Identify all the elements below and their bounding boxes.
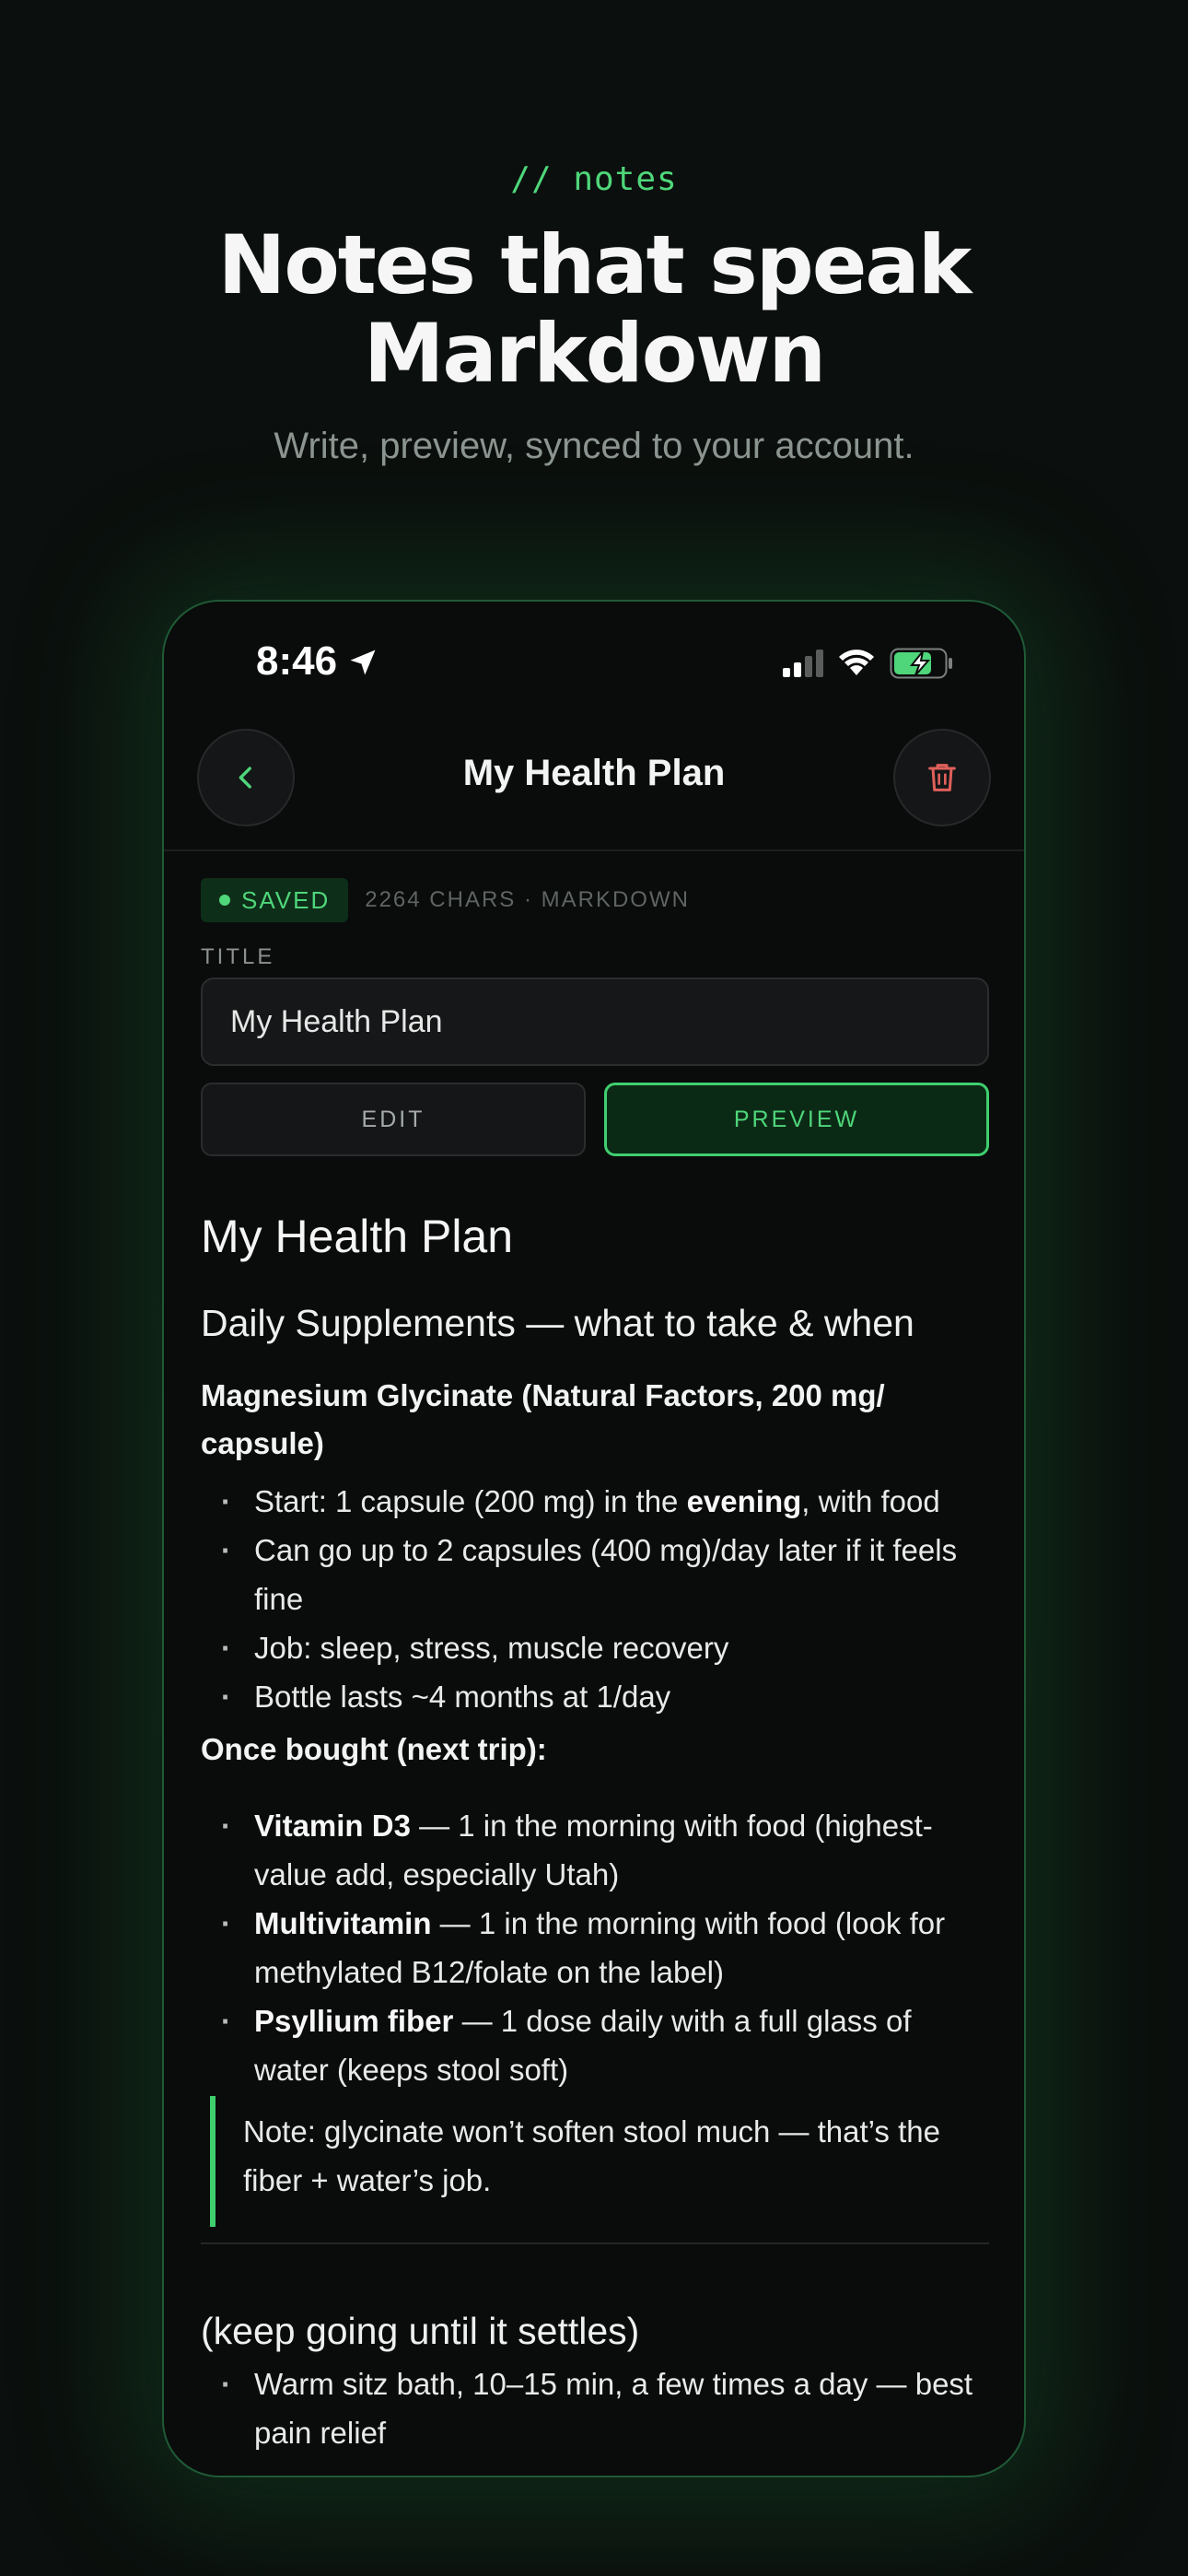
location-arrow-icon [350,650,376,675]
list-item: Job: sleep, stress, muscle recovery [201,1623,989,1672]
title-field-label: TITLE [201,944,275,969]
once-bought-list: Vitamin D3 — 1 in the morning with food … [201,1801,989,2094]
preview-heading-1: My Health Plan [201,1211,514,1262]
saved-label: SAVED [241,885,331,914]
preview-heading-2: Daily Supplements — what to take & when [201,1302,914,1344]
phone-frame: 8:46 My Health Plan SAVED 2264 CHARS · M… [162,600,1026,2477]
cellular-signal-icon [783,650,823,677]
settle-list: Warm sitz bath, 10–15 min, a few times a… [201,2359,989,2457]
title-input[interactable] [201,978,989,1066]
list-item: Multivitamin — 1 in the morning with foo… [201,1899,989,1996]
note-blockquote: Note: glycinate won’t soften stool much … [210,2096,989,2227]
battery-charging-icon [890,648,952,679]
navigation-bar: My Health Plan [164,729,1024,828]
trash-icon [928,764,956,791]
section-magnesium-title: Magnesium Glycinate (Natural Factors, 20… [201,1378,885,1460]
status-bar: 8:46 [164,638,1024,694]
meta-row: SAVED 2264 CHARS · MARKDOWN [201,878,690,922]
saved-status-badge: SAVED [201,878,349,922]
list-item: Bottle lasts ~4 months at 1/day [201,1672,989,1721]
subhead: Write, preview, synced to your account. [274,426,914,466]
list-item: Psyllium fiber — 1 dose daily with a ful… [201,1996,989,2094]
wifi-icon [839,650,874,675]
saved-dot-icon [219,895,230,906]
headline-line-2: Markdown [363,306,826,401]
nav-divider [164,849,1024,851]
headline-line-1: Notes that speak [217,217,973,312]
edit-mode-tab[interactable]: EDIT [201,1083,586,1156]
section-once-bought-title: Once bought (next trip): [201,1732,547,1766]
horizontal-rule [201,2242,989,2244]
eyebrow-label: // notes [510,160,678,198]
note-meta-info: 2264 CHARS · MARKDOWN [365,887,690,912]
status-time: 8:46 [256,638,338,684]
preview-heading-2-second: (keep going until it settles) [201,2310,640,2352]
list-item: Warm sitz bath, 10–15 min, a few times a… [201,2359,989,2457]
magnesium-list: Start: 1 capsule (200 mg) in the evening… [201,1477,989,1721]
list-item: Can go up to 2 capsules (400 mg)/day lat… [201,1526,989,1623]
delete-note-button[interactable] [893,729,991,826]
preview-mode-tab[interactable]: PREVIEW [604,1083,989,1156]
headline: Notes that speak Markdown [0,221,1188,398]
list-item: Start: 1 capsule (200 mg) in the evening… [201,1477,989,1526]
list-item: Vitamin D3 — 1 in the morning with food … [201,1801,989,1899]
